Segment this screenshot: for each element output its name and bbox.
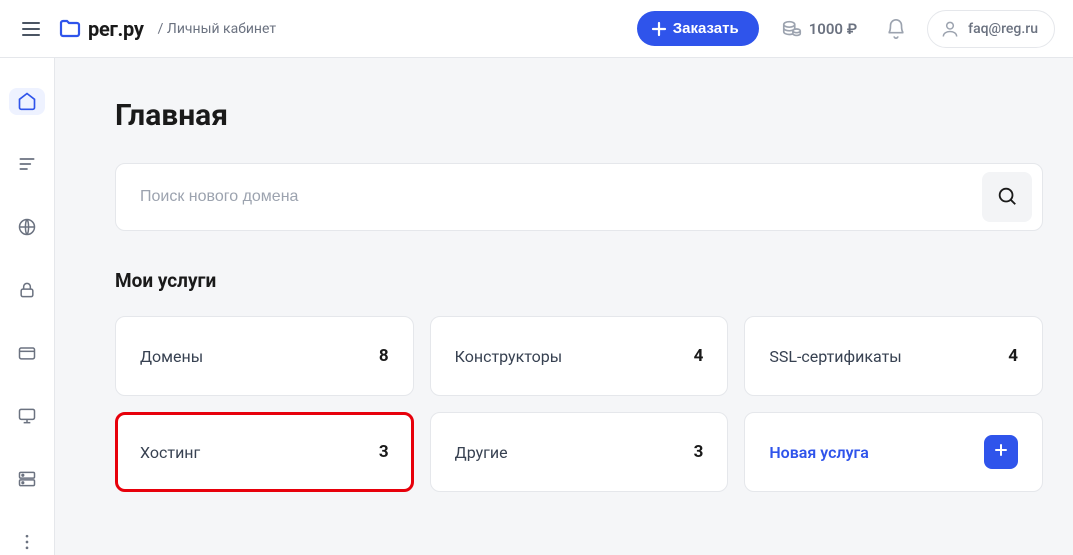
search-button[interactable] bbox=[982, 172, 1032, 222]
plus-icon bbox=[651, 21, 667, 37]
service-card-label: Конструкторы bbox=[455, 347, 563, 366]
services-heading: Мои услуги bbox=[115, 269, 1043, 292]
page-title: Главная bbox=[115, 98, 1043, 133]
menu-toggle[interactable] bbox=[18, 18, 44, 40]
service-card-label: Хостинг bbox=[140, 443, 200, 462]
service-card-builders[interactable]: Конструкторы 4 bbox=[430, 316, 729, 396]
service-card-count: 4 bbox=[694, 346, 704, 366]
balance-amount: 1000 ₽ bbox=[809, 20, 857, 38]
card-icon bbox=[17, 343, 37, 363]
sidebar-item-card[interactable] bbox=[9, 340, 45, 367]
coins-icon bbox=[781, 18, 803, 40]
folder-icon bbox=[58, 17, 82, 41]
monitor-icon bbox=[17, 406, 37, 426]
new-service-label: Новая услуга bbox=[769, 443, 868, 462]
domain-search-input[interactable] bbox=[140, 173, 982, 221]
add-service-button[interactable] bbox=[984, 435, 1018, 469]
search-icon bbox=[996, 185, 1018, 210]
server-icon bbox=[17, 469, 37, 489]
service-card-count: 4 bbox=[1008, 346, 1018, 366]
breadcrumb: / Личный кабинет bbox=[158, 21, 276, 37]
service-card-domains[interactable]: Домены 8 bbox=[115, 316, 414, 396]
balance-display[interactable]: 1000 ₽ bbox=[773, 18, 865, 40]
service-card-other[interactable]: Другие 3 bbox=[430, 412, 729, 492]
globe-icon bbox=[17, 217, 37, 237]
service-card-new[interactable]: Новая услуга bbox=[744, 412, 1043, 492]
service-card-hosting[interactable]: Хостинг 3 bbox=[115, 412, 414, 492]
list-icon bbox=[17, 154, 37, 174]
lock-icon bbox=[17, 280, 37, 300]
sidebar-item-server[interactable] bbox=[9, 465, 45, 492]
service-card-count: 3 bbox=[694, 442, 704, 462]
order-button-label: Заказать bbox=[673, 20, 739, 37]
main-content: Главная Мои услуги Домены 8 Конструкторы… bbox=[55, 58, 1073, 555]
order-button[interactable]: Заказать bbox=[637, 11, 759, 46]
notifications-button[interactable] bbox=[879, 12, 913, 46]
home-icon bbox=[17, 91, 37, 111]
sidebar-item-monitor[interactable] bbox=[9, 402, 45, 429]
service-card-label: Другие bbox=[455, 443, 508, 462]
sidebar-item-globe[interactable] bbox=[9, 214, 45, 241]
logo[interactable]: рег.ру bbox=[58, 17, 144, 41]
app-header: рег.ру / Личный кабинет Заказать 1000 ₽ … bbox=[0, 0, 1073, 58]
user-icon bbox=[940, 19, 960, 39]
sidebar-item-lock[interactable] bbox=[9, 277, 45, 304]
user-email: faq@reg.ru bbox=[968, 21, 1038, 37]
dots-vertical-icon bbox=[17, 532, 37, 552]
plus-icon bbox=[993, 442, 1009, 462]
services-grid: Домены 8 Конструкторы 4 SSL-сертификаты … bbox=[115, 316, 1043, 492]
service-card-label: Домены bbox=[140, 347, 203, 366]
service-card-count: 8 bbox=[379, 346, 389, 366]
service-card-count: 3 bbox=[379, 442, 389, 462]
logo-text: рег.ру bbox=[88, 17, 144, 41]
sidebar-item-home[interactable] bbox=[9, 88, 45, 115]
user-menu[interactable]: faq@reg.ru bbox=[927, 10, 1055, 48]
service-card-label: SSL-сертификаты bbox=[769, 347, 901, 366]
service-card-ssl[interactable]: SSL-сертификаты 4 bbox=[744, 316, 1043, 396]
sidebar-item-more[interactable] bbox=[9, 528, 45, 555]
sidebar bbox=[0, 58, 55, 555]
bell-icon bbox=[885, 18, 907, 40]
sidebar-item-list[interactable] bbox=[9, 151, 45, 178]
domain-search-bar bbox=[115, 163, 1043, 231]
